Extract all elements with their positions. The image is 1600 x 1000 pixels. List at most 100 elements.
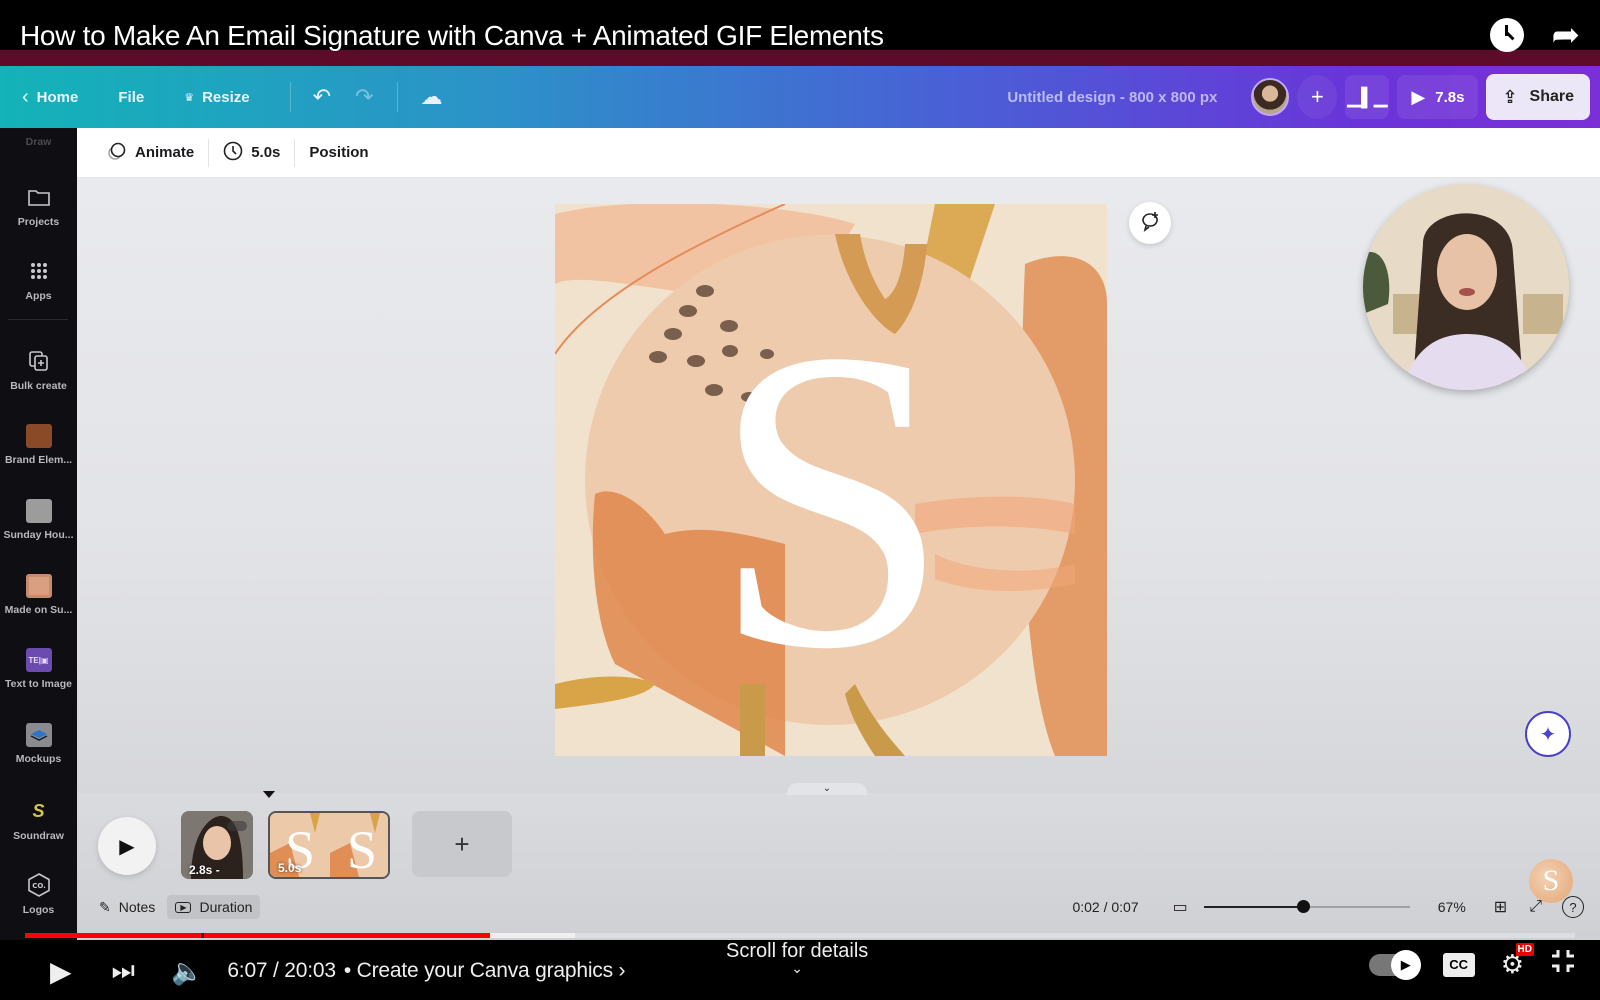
chevron-down-icon: ⌄ xyxy=(822,783,832,794)
upload-icon: ⇪ xyxy=(1502,86,1518,107)
svg-text:CO.: CO. xyxy=(32,882,46,890)
hd-badge: HD xyxy=(1515,943,1534,956)
timeline-play-button[interactable]: ▶ xyxy=(98,817,156,875)
position-button[interactable]: Position xyxy=(295,144,382,161)
sidebar-item-soundraw[interactable]: S Soundraw xyxy=(0,798,77,843)
divider xyxy=(289,82,291,112)
sidebar-item-label: Projects xyxy=(17,216,60,228)
play-icon[interactable]: ▶ xyxy=(50,955,72,988)
sidebar-item-mockups[interactable]: Mockups xyxy=(0,723,77,765)
video-controls-right: ▶ CC ⚙ HD xyxy=(1368,943,1576,981)
animate-label: Animate xyxy=(135,144,195,161)
sidebar-divider xyxy=(8,319,68,320)
insights-button[interactable]: ▁▌▁ xyxy=(1345,75,1390,119)
video-time: 6:07 / 20:03 xyxy=(227,959,336,982)
sidebar-item-label: Sunday Hou... xyxy=(3,529,74,541)
duration-toggle-button[interactable]: ▶ Duration xyxy=(167,895,261,919)
clock-icon xyxy=(223,141,243,165)
clip-duration-label: 2.8s - xyxy=(189,863,220,877)
sidebar-item-projects[interactable]: Projects xyxy=(0,184,77,228)
sidebar-item-label: Logos xyxy=(22,904,55,916)
gear-icon[interactable]: ⚙ HD xyxy=(1501,943,1534,980)
chapter-title[interactable]: • Create your Canva graphics › xyxy=(344,959,626,983)
clip-duration-label: 5.0s xyxy=(278,861,302,875)
video-progress-bar[interactable] xyxy=(25,933,1575,938)
timeline-clip-design[interactable]: S S 5.0s xyxy=(268,811,390,879)
autoplay-toggle[interactable]: ▶ xyxy=(1368,949,1421,980)
sidebar-item-apps[interactable]: Apps xyxy=(0,258,77,302)
sidebar-item-made-on-sunday[interactable]: Made on Su... xyxy=(0,574,77,616)
sidebar-item-label: Bulk create xyxy=(10,380,67,392)
sidebar-item-label: Draw xyxy=(25,136,52,148)
soundraw-icon: S xyxy=(32,800,45,821)
grid-view-toggle-icon[interactable]: ▭ xyxy=(1173,897,1188,917)
brand-elements-thumbnail xyxy=(25,424,52,448)
folder-icon xyxy=(26,184,52,210)
comment-plus-icon xyxy=(1139,210,1161,237)
play-icon: ▶ xyxy=(1411,86,1426,107)
design-title[interactable]: Untitled design - 800 x 800 px xyxy=(1007,89,1217,106)
mockups-icon xyxy=(25,723,52,747)
resize-label: Resize xyxy=(202,88,250,106)
add-page-button[interactable]: + xyxy=(412,811,512,877)
resize-button[interactable]: ♛ Resize xyxy=(184,89,249,106)
page-grid-icon[interactable]: ⊞ xyxy=(1494,897,1507,917)
sidebar-item-text-to-image[interactable]: TE|▣ Text to Image xyxy=(0,648,77,690)
cloud-saved-icon[interactable]: ☁ xyxy=(420,84,442,110)
canvas-area: S ✦ xyxy=(77,178,1600,793)
volume-icon[interactable]: 🔈 xyxy=(171,956,203,987)
cc-icon[interactable]: CC xyxy=(1442,952,1475,977)
made-on-sunday-thumbnail xyxy=(25,574,52,598)
redo-icon[interactable]: ↷ xyxy=(355,84,373,110)
animate-button[interactable]: Animate xyxy=(93,141,208,165)
timeline-time: 0:02 / 0:07 xyxy=(1072,899,1139,915)
sidebar-item-logos[interactable]: CO. Logos xyxy=(0,872,77,916)
home-button[interactable]: ‹ Home xyxy=(22,86,78,109)
position-label: Position xyxy=(309,144,369,161)
add-comment-button[interactable] xyxy=(1129,202,1171,244)
notes-pencil-icon: ✎ xyxy=(99,898,111,915)
file-label: File xyxy=(118,88,145,106)
zoom-slider[interactable] xyxy=(1203,900,1410,913)
sparkle-icon: ✦ xyxy=(1539,723,1557,746)
present-play-button[interactable]: ▶ 7.8s xyxy=(1397,75,1479,119)
design-page[interactable]: S xyxy=(555,204,1107,756)
undo-icon[interactable]: ↶ xyxy=(313,84,331,110)
file-menu-button[interactable]: File xyxy=(118,89,144,106)
sidebar-item-brand-elements[interactable]: Brand Elem... xyxy=(0,424,77,466)
monogram-letter: S xyxy=(711,262,950,738)
sidebar-item-sunday-house[interactable]: Sunday Hou... xyxy=(0,499,77,541)
clock-icon[interactable] xyxy=(1489,18,1524,52)
scroll-for-details[interactable]: Scroll for details ⌄ xyxy=(726,940,868,976)
magic-sparkle-button[interactable]: ✦ xyxy=(1525,711,1571,757)
video-controls: ▶ ⏭ 🔈 6:07 / 20:03 • Create your Canva g… xyxy=(0,940,1600,1000)
exit-fullscreen-icon[interactable] xyxy=(1550,948,1576,981)
duration-label: 5.0s xyxy=(251,144,281,161)
share-button[interactable]: ⇪ Share xyxy=(1486,74,1590,120)
zoom-slider-knob[interactable] xyxy=(1296,900,1310,913)
sidebar-item-bulk-create[interactable]: Bulk create xyxy=(0,348,77,392)
video-duration-icon: ▶ xyxy=(175,901,192,913)
fullscreen-expand-icon[interactable]: ⤢ xyxy=(1529,898,1542,916)
share-arrow-icon[interactable]: ➦ xyxy=(1552,18,1581,52)
plus-icon: + xyxy=(454,828,470,859)
timeline-panel: ⌄ ▶ 2.8s - S S 5.0s + S ✎ Notes ▶ Durati… xyxy=(77,783,1600,940)
home-label: Home xyxy=(36,88,79,106)
duration-label: Duration xyxy=(199,899,253,915)
skip-next-icon[interactable]: ⏭ xyxy=(112,955,135,987)
notes-button[interactable]: ✎ Notes xyxy=(91,895,163,920)
sidebar-item-draw[interactable]: Draw xyxy=(0,136,77,148)
chevron-down-icon: ⌄ xyxy=(791,960,803,976)
avatar[interactable] xyxy=(1251,78,1290,116)
playhead-marker[interactable] xyxy=(263,791,275,798)
zoom-percent[interactable]: 67% xyxy=(1438,899,1466,915)
duration-button[interactable]: 5.0s xyxy=(209,141,294,165)
video-title[interactable]: How to Make An Email Signature with Canv… xyxy=(20,20,884,52)
invite-button[interactable]: + xyxy=(1297,75,1338,119)
plus-icon: + xyxy=(1310,84,1324,109)
help-icon[interactable]: ? xyxy=(1562,896,1584,918)
logos-icon: CO. xyxy=(26,872,52,898)
video-player: How to Make An Email Signature with Canv… xyxy=(0,0,1600,1000)
timeline-clip-video[interactable]: 2.8s - xyxy=(181,811,253,879)
collapse-timeline-button[interactable]: ⌄ xyxy=(787,783,867,795)
